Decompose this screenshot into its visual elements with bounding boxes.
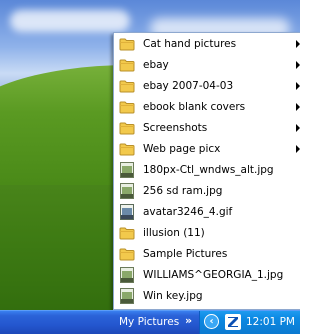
menu-item-label: Web page picx — [143, 142, 221, 155]
folder-icon — [118, 78, 136, 94]
menu-item[interactable]: Win key.jpg — [114, 285, 300, 306]
show-hidden-icons-button[interactable]: ‹ — [204, 314, 219, 329]
menu-item[interactable]: ebay — [114, 54, 300, 75]
menu-item[interactable]: Sample Pictures — [114, 243, 300, 264]
menu-item-label: ebook blank covers — [143, 100, 246, 113]
folder-icon — [118, 225, 136, 241]
menu-item-label: Sample Pictures — [143, 247, 228, 260]
gif-file-icon — [118, 203, 136, 220]
menu-item[interactable]: WILLIAMS^GEORGIA_1.jpg — [114, 264, 300, 285]
menu-item[interactable]: illusion (11) — [114, 222, 300, 243]
menu-item[interactable]: Screenshots — [114, 117, 300, 138]
menu-item[interactable]: ebay 2007-04-03 — [114, 75, 300, 96]
menu-item-label: Screenshots — [143, 121, 208, 134]
menu-item[interactable]: ebook blank covers — [114, 96, 300, 117]
menu-item-label: avatar3246_4.gif — [143, 205, 233, 218]
menu-item-label: illusion (11) — [143, 226, 205, 239]
my-pictures-popup-menu: Cat hand pictures ebay ebay 2007-04-03 eboo… — [113, 32, 300, 310]
submenu-arrow-icon — [296, 61, 300, 69]
toolbar-chevron-button[interactable]: » — [185, 314, 192, 327]
taskbar: My Pictures » ‹ 12:01 PM — [0, 310, 300, 334]
menu-item-label: Cat hand pictures — [143, 37, 237, 50]
folder-icon — [118, 246, 136, 262]
clock[interactable]: 12:01 PM — [246, 316, 295, 328]
menu-item[interactable]: 180px-Ctl_wndws_alt.jpg — [114, 159, 300, 180]
system-tray: ‹ 12:01 PM — [199, 311, 300, 334]
submenu-arrow-icon — [296, 40, 300, 48]
z-icon[interactable] — [225, 314, 241, 330]
menu-item-label: WILLIAMS^GEORGIA_1.jpg — [143, 268, 284, 281]
menu-item-label: 180px-Ctl_wndws_alt.jpg — [143, 163, 274, 176]
menu-item[interactable]: avatar3246_4.gif — [114, 201, 300, 222]
folder-icon — [118, 141, 136, 157]
folder-icon — [118, 120, 136, 136]
jpg-file-icon — [118, 161, 136, 178]
submenu-arrow-icon — [296, 82, 300, 90]
menu-item-label: 256 sd ram.jpg — [143, 184, 223, 197]
menu-item[interactable]: Web page picx — [114, 138, 300, 159]
menu-item-label: ebay 2007-04-03 — [143, 79, 234, 92]
folder-icon — [118, 99, 136, 115]
menu-item-label: ebay — [143, 58, 169, 71]
submenu-arrow-icon — [296, 145, 300, 153]
menu-item[interactable]: 256 sd ram.jpg — [114, 180, 300, 201]
submenu-arrow-icon — [296, 103, 300, 111]
cloud — [10, 10, 130, 32]
folder-icon — [118, 57, 136, 73]
menu-item-label: Win key.jpg — [143, 289, 203, 302]
jpg-file-icon — [118, 266, 136, 283]
submenu-arrow-icon — [296, 124, 300, 132]
jpg-file-icon — [118, 287, 136, 304]
desktop-wallpaper: Cat hand pictures ebay ebay 2007-04-03 eboo… — [0, 0, 300, 334]
menu-item[interactable]: Cat hand pictures — [114, 33, 300, 54]
folder-icon — [118, 36, 136, 52]
my-pictures-toolbar-label[interactable]: My Pictures — [119, 316, 179, 328]
jpg-file-icon — [118, 182, 136, 199]
